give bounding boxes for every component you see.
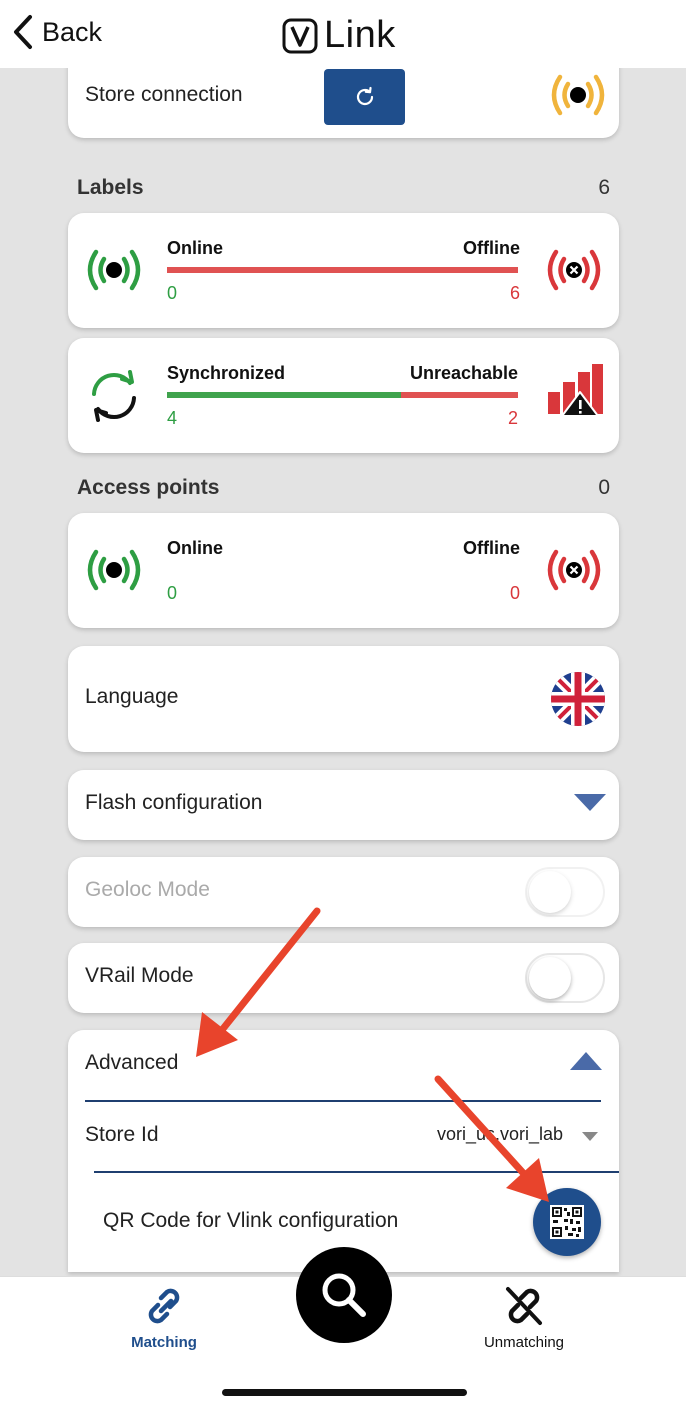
vrail-mode-label: VRail Mode bbox=[85, 964, 194, 987]
signal-online-icon bbox=[87, 249, 141, 291]
app-name: Link bbox=[324, 14, 396, 56]
store-id-divider bbox=[94, 1171, 619, 1173]
store-id-row[interactable]: Store Id vori_us.vori_lab bbox=[68, 1102, 619, 1172]
nav-unmatching-label: Unmatching bbox=[483, 1334, 565, 1351]
store-connection-label: Store connection bbox=[85, 83, 243, 106]
unlink-icon bbox=[506, 1287, 542, 1325]
refresh-connection-button[interactable] bbox=[324, 69, 405, 125]
home-indicator bbox=[222, 1389, 467, 1396]
online-label: Online bbox=[167, 238, 224, 258]
labels-sync-card: Synchronized Unreachable 4 2 bbox=[68, 338, 619, 453]
access-points-count: 0 bbox=[598, 476, 610, 499]
advanced-panel: Advanced Store Id vori_us.vori_lab QR Co… bbox=[68, 1030, 619, 1272]
vrail-mode-row: VRail Mode bbox=[68, 943, 619, 1013]
labels-status-card: Online Offline 0 6 bbox=[68, 213, 619, 328]
caret-up-icon bbox=[570, 1052, 602, 1070]
toggle-knob bbox=[529, 957, 571, 999]
vrail-mode-toggle[interactable] bbox=[525, 953, 605, 1003]
back-button[interactable]: Back bbox=[10, 12, 102, 52]
qr-code-label: QR Code for Vlink configuration bbox=[103, 1209, 399, 1232]
signal-offline-icon bbox=[547, 249, 601, 291]
unreachable-count: 2 bbox=[507, 408, 518, 428]
labels-title: Labels bbox=[77, 176, 144, 199]
synchronized-label: Synchronized bbox=[167, 363, 286, 383]
back-label: Back bbox=[42, 16, 103, 47]
store-id-label: Store Id bbox=[85, 1123, 159, 1146]
offline-label: Offline bbox=[463, 238, 520, 258]
app-logo: Link bbox=[282, 14, 396, 57]
advanced-label: Advanced bbox=[85, 1051, 179, 1074]
refresh-icon bbox=[356, 86, 373, 106]
ap-offline-label: Offline bbox=[463, 538, 520, 558]
nav-matching-label: Matching bbox=[131, 1334, 197, 1351]
unreachable-warning-icon bbox=[548, 364, 603, 417]
dropdown-caret-icon bbox=[582, 1132, 598, 1141]
unreachable-label: Unreachable bbox=[409, 363, 518, 383]
labels-count: 6 bbox=[598, 176, 610, 199]
flash-configuration-label: Flash configuration bbox=[85, 791, 263, 814]
qr-code-icon bbox=[550, 1205, 584, 1239]
access-points-title: Access points bbox=[77, 476, 220, 499]
geoloc-mode-toggle[interactable] bbox=[525, 867, 605, 917]
sync-icon bbox=[92, 370, 136, 422]
nav-unmatching[interactable]: Unmatching bbox=[474, 1285, 574, 1351]
ap-online-label: Online bbox=[167, 538, 224, 558]
geoloc-mode-row: Geoloc Mode bbox=[68, 857, 619, 927]
store-id-value: vori_us.vori_lab bbox=[437, 1124, 564, 1144]
online-count: 0 bbox=[167, 283, 178, 303]
qr-code-button[interactable] bbox=[533, 1188, 601, 1256]
search-icon bbox=[322, 1273, 366, 1317]
online-offline-bar bbox=[167, 267, 518, 273]
flash-configuration-row[interactable]: Flash configuration bbox=[68, 770, 619, 840]
ap-offline-count: 0 bbox=[509, 583, 520, 603]
sync-bar-fill bbox=[167, 392, 402, 398]
ap-online-count: 0 bbox=[167, 583, 178, 603]
toggle-knob bbox=[529, 871, 571, 913]
sync-bar bbox=[167, 392, 518, 398]
search-button[interactable] bbox=[296, 1247, 392, 1343]
vlink-logo-icon bbox=[282, 18, 318, 53]
access-points-card: Online Offline 0 0 bbox=[68, 513, 619, 628]
nav-matching[interactable]: Matching bbox=[118, 1285, 210, 1351]
signal-warning-icon bbox=[551, 74, 605, 116]
caret-down-icon bbox=[574, 794, 606, 811]
geoloc-mode-label: Geoloc Mode bbox=[85, 878, 210, 901]
top-bar: Back Link bbox=[0, 0, 686, 68]
synchronized-count: 4 bbox=[167, 408, 178, 428]
signal-online-icon bbox=[87, 549, 141, 591]
language-label: Language bbox=[85, 685, 179, 708]
uk-flag-icon[interactable] bbox=[550, 671, 606, 727]
chevron-left-icon bbox=[14, 15, 32, 49]
language-row[interactable]: Language bbox=[68, 646, 619, 752]
offline-count: 6 bbox=[509, 283, 520, 303]
signal-offline-icon bbox=[547, 549, 601, 591]
advanced-header[interactable]: Advanced bbox=[68, 1030, 619, 1100]
link-icon bbox=[148, 1288, 180, 1324]
